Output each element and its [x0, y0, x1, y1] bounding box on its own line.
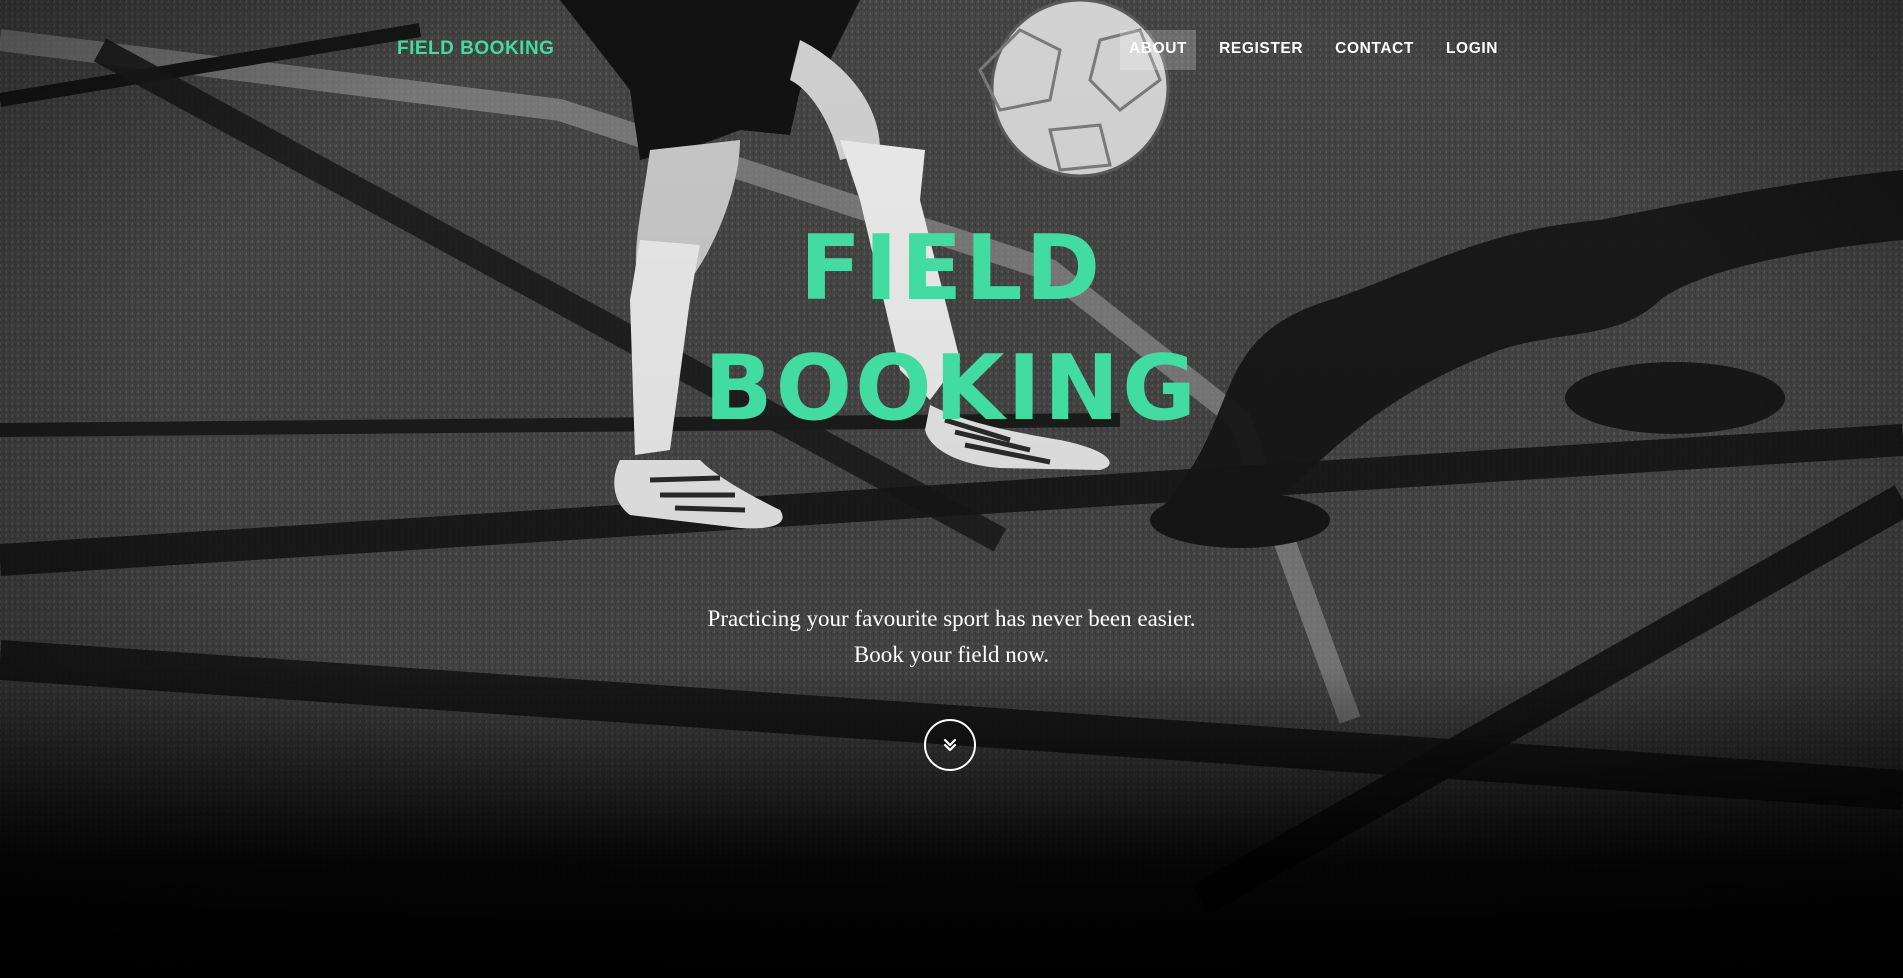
nav-links: ABOUT REGISTER CONTACT LOGIN [1120, 30, 1521, 70]
top-navbar: FIELD BOOKING ABOUT REGISTER CONTACT LOG… [0, 0, 1903, 100]
nav-link-login[interactable]: LOGIN [1437, 30, 1507, 70]
hero-tagline: Practicing your favourite sport has neve… [0, 601, 1903, 673]
tagline-line-1: Practicing your favourite sport has neve… [707, 606, 1196, 631]
chevron-double-down-icon [943, 738, 957, 752]
nav-link-register[interactable]: REGISTER [1210, 30, 1312, 70]
hero-section: FIELD BOOKING ABOUT REGISTER CONTACT LOG… [0, 0, 1903, 978]
brand-logo-link[interactable]: FIELD BOOKING [397, 38, 554, 60]
nav-link-contact[interactable]: CONTACT [1326, 30, 1423, 70]
hero-background-photo [0, 0, 1903, 978]
tagline-line-2: Book your field now. [853, 642, 1050, 667]
nav-link-about[interactable]: ABOUT [1120, 30, 1197, 70]
scroll-down-button[interactable] [924, 719, 976, 771]
hero-title-line-2: BOOKING [703, 336, 1200, 441]
hero-title-line-1: FIELD [799, 216, 1104, 321]
